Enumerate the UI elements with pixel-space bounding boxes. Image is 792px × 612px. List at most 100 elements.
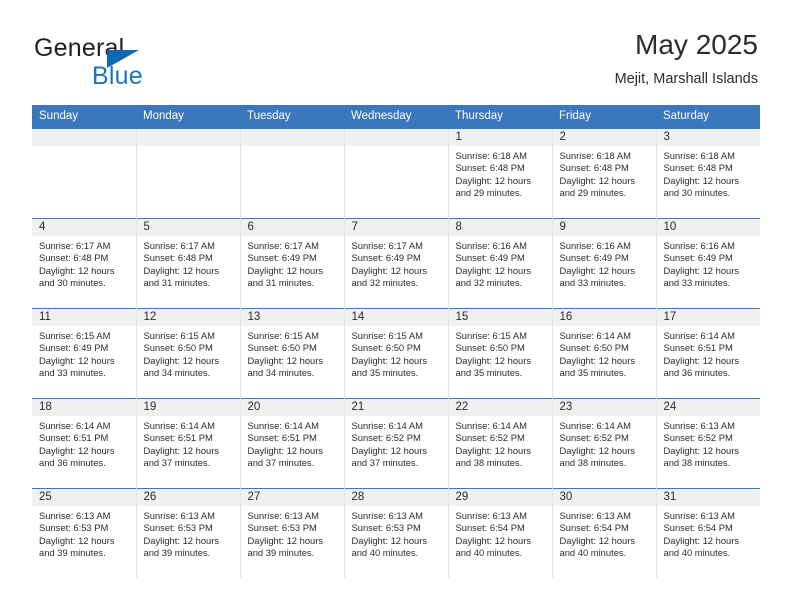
calendar-day-cell[interactable]: 28 Sunrise: 6:13 AM Sunset: 6:53 PM Dayligh… — [343, 488, 448, 578]
day-number: 22 — [448, 399, 552, 416]
calendar-cell-inner: 3 Sunrise: 6:18 AM Sunset: 6:48 PM Daylight… — [656, 129, 761, 218]
sunset-time: Sunset: 6:54 PM — [559, 522, 629, 534]
calendar-day-cell[interactable]: 16 Sunrise: 6:14 AM Sunset: 6:50 PM Dayligh… — [551, 308, 656, 399]
calendar-day-cell[interactable]: 12 Sunrise: 6:15 AM Sunset: 6:50 PM Dayligh… — [135, 308, 240, 399]
calendar-week-row: 25 Sunrise: 6:13 AM Sunset: 6:53 PM Dayligh… — [32, 488, 760, 578]
weekday-header-friday: Friday — [552, 105, 656, 129]
calendar-day-cell[interactable]: 5 Sunrise: 6:17 AM Sunset: 6:48 PM Daylight… — [135, 218, 240, 309]
sunrise-time: Sunrise: 6:15 AM — [455, 330, 527, 341]
page-header: General Blue May 2025 Mejit, Marshall Is… — [34, 28, 758, 100]
sunrise-time: Sunrise: 6:18 AM — [663, 150, 735, 161]
sunrise-time: Sunrise: 6:13 AM — [663, 420, 735, 431]
calendar-day-cell[interactable]: 8 Sunrise: 6:16 AM Sunset: 6:49 PM Daylight… — [447, 218, 552, 309]
calendar-day-cell[interactable]: 25 Sunrise: 6:13 AM Sunset: 6:53 PM Dayligh… — [32, 488, 136, 578]
day-number: 4 — [32, 219, 136, 236]
daylight-duration-line-1: Daylight: 12 hours — [663, 174, 740, 186]
sunset-time: Sunset: 6:49 PM — [455, 252, 525, 264]
daylight-duration-line-2: and 35 minutes. — [455, 367, 523, 379]
page-subtitle: Mejit, Marshall Islands — [614, 71, 758, 87]
calendar-day-cell[interactable]: 9 Sunrise: 6:16 AM Sunset: 6:49 PM Daylight… — [551, 218, 656, 309]
calendar-day-cell[interactable]: 23 Sunrise: 6:14 AM Sunset: 6:52 PM Dayligh… — [551, 398, 656, 489]
calendar-day-cell[interactable]: 24 Sunrise: 6:13 AM Sunset: 6:52 PM Dayligh… — [655, 398, 760, 489]
calendar-cell-inner: 23 Sunrise: 6:14 AM Sunset: 6:52 PM Dayligh… — [552, 399, 656, 488]
day-number: 6 — [240, 219, 344, 236]
daylight-duration-line-2: and 34 minutes. — [247, 367, 315, 379]
calendar-day-cell[interactable]: 13 Sunrise: 6:15 AM Sunset: 6:50 PM Dayligh… — [239, 308, 344, 399]
calendar-cell-inner: 27 Sunrise: 6:13 AM Sunset: 6:53 PM Dayligh… — [240, 489, 344, 578]
daylight-duration-line-2: and 35 minutes. — [351, 367, 419, 379]
calendar-day-cell[interactable]: 11 Sunrise: 6:15 AM Sunset: 6:49 PM Dayligh… — [32, 308, 136, 399]
calendar-day-cell[interactable]: 6 Sunrise: 6:17 AM Sunset: 6:49 PM Daylight… — [239, 218, 344, 309]
sunset-time: Sunset: 6:48 PM — [663, 162, 733, 174]
sunset-time: Sunset: 6:54 PM — [663, 522, 733, 534]
weekday-header-sunday: Sunday — [32, 105, 136, 129]
day-details: Sunrise: 6:14 AM Sunset: 6:51 PM Daylight:… — [241, 416, 344, 470]
calendar-day-cell[interactable]: 14 Sunrise: 6:15 AM Sunset: 6:50 PM Dayligh… — [343, 308, 448, 399]
sunset-time: Sunset: 6:53 PM — [247, 522, 317, 534]
calendar-cell-inner — [344, 129, 448, 218]
calendar-cell-inner: 12 Sunrise: 6:15 AM Sunset: 6:50 PM Dayligh… — [136, 309, 240, 398]
calendar-day-cell[interactable]: 21 Sunrise: 6:14 AM Sunset: 6:52 PM Dayligh… — [343, 398, 448, 489]
sunrise-time: Sunrise: 6:18 AM — [559, 150, 631, 161]
day-number: 18 — [32, 399, 136, 416]
daylight-duration-line-2: and 36 minutes. — [39, 457, 106, 469]
calendar-day-cell[interactable]: 3 Sunrise: 6:18 AM Sunset: 6:48 PM Daylight… — [655, 129, 761, 219]
sunrise-time: Sunrise: 6:15 AM — [143, 330, 215, 341]
day-number: 15 — [448, 309, 552, 326]
daylight-duration-line-1: Daylight: 12 hours — [559, 264, 636, 276]
sunset-time: Sunset: 6:51 PM — [663, 342, 733, 354]
calendar-day-cell[interactable]: 1 Sunrise: 6:18 AM Sunset: 6:48 PM Daylight… — [447, 129, 552, 219]
day-number — [240, 129, 344, 146]
daylight-duration-line-2: and 36 minutes. — [663, 367, 731, 379]
daylight-duration-line-1: Daylight: 12 hours — [247, 354, 324, 366]
sunrise-time: Sunrise: 6:14 AM — [663, 330, 735, 341]
day-number: 19 — [136, 399, 240, 416]
day-details: Sunrise: 6:17 AM Sunset: 6:48 PM Daylight:… — [137, 236, 240, 290]
daylight-duration-line-1: Daylight: 12 hours — [143, 264, 220, 276]
day-details: Sunrise: 6:14 AM Sunset: 6:51 PM Daylight:… — [32, 416, 136, 470]
calendar-cell-inner: 14 Sunrise: 6:15 AM Sunset: 6:50 PM Dayligh… — [344, 309, 448, 398]
calendar-cell-empty — [343, 129, 448, 219]
daylight-duration-line-1: Daylight: 12 hours — [663, 354, 740, 366]
calendar-cell-inner: 11 Sunrise: 6:15 AM Sunset: 6:49 PM Dayligh… — [32, 309, 136, 398]
calendar-day-cell[interactable]: 2 Sunrise: 6:18 AM Sunset: 6:48 PM Daylight… — [551, 129, 656, 219]
calendar-day-cell[interactable]: 18 Sunrise: 6:14 AM Sunset: 6:51 PM Dayligh… — [32, 398, 136, 489]
daylight-duration-line-1: Daylight: 12 hours — [247, 444, 324, 456]
calendar-day-cell[interactable]: 29 Sunrise: 6:13 AM Sunset: 6:54 PM Dayligh… — [447, 488, 552, 578]
calendar-day-cell[interactable]: 15 Sunrise: 6:15 AM Sunset: 6:50 PM Dayligh… — [447, 308, 552, 399]
calendar-cell-inner: 30 Sunrise: 6:13 AM Sunset: 6:54 PM Dayligh… — [552, 489, 656, 578]
daylight-duration-line-1: Daylight: 12 hours — [455, 444, 532, 456]
day-details: Sunrise: 6:17 AM Sunset: 6:49 PM Daylight:… — [241, 236, 344, 290]
calendar-day-cell[interactable]: 27 Sunrise: 6:13 AM Sunset: 6:53 PM Dayligh… — [239, 488, 344, 578]
sunset-time: Sunset: 6:49 PM — [559, 252, 629, 264]
daylight-duration-line-1: Daylight: 12 hours — [559, 354, 636, 366]
calendar-cell-inner: 16 Sunrise: 6:14 AM Sunset: 6:50 PM Dayligh… — [552, 309, 656, 398]
sunset-time: Sunset: 6:50 PM — [351, 342, 421, 354]
calendar-day-cell[interactable]: 20 Sunrise: 6:14 AM Sunset: 6:51 PM Dayligh… — [239, 398, 344, 489]
calendar-day-cell[interactable]: 22 Sunrise: 6:14 AM Sunset: 6:52 PM Dayligh… — [447, 398, 552, 489]
calendar-header-row: Sunday Monday Tuesday Wednesday Thursday… — [32, 105, 760, 129]
sunset-time: Sunset: 6:53 PM — [143, 522, 213, 534]
calendar-day-cell[interactable]: 26 Sunrise: 6:13 AM Sunset: 6:53 PM Dayligh… — [135, 488, 240, 578]
calendar-cell-inner: 21 Sunrise: 6:14 AM Sunset: 6:52 PM Dayligh… — [344, 399, 448, 488]
day-number: 13 — [240, 309, 344, 326]
sunrise-time: Sunrise: 6:16 AM — [559, 240, 631, 251]
sunset-time: Sunset: 6:50 PM — [247, 342, 317, 354]
calendar-day-cell[interactable]: 17 Sunrise: 6:14 AM Sunset: 6:51 PM Dayligh… — [655, 308, 760, 399]
daylight-duration-line-2: and 40 minutes. — [351, 547, 419, 559]
sunset-time: Sunset: 6:51 PM — [247, 432, 317, 444]
day-number — [344, 129, 448, 146]
calendar-day-cell[interactable]: 19 Sunrise: 6:14 AM Sunset: 6:51 PM Dayligh… — [135, 398, 240, 489]
calendar-day-cell[interactable]: 31 Sunrise: 6:13 AM Sunset: 6:54 PM Dayligh… — [655, 488, 760, 578]
calendar-day-cell[interactable]: 4 Sunrise: 6:17 AM Sunset: 6:48 PM Daylight… — [32, 218, 136, 309]
day-details: Sunrise: 6:18 AM Sunset: 6:48 PM Daylight:… — [657, 146, 761, 200]
day-number: 29 — [448, 489, 552, 506]
daylight-duration-line-2: and 38 minutes. — [663, 457, 731, 469]
calendar-day-cell[interactable]: 7 Sunrise: 6:17 AM Sunset: 6:49 PM Daylight… — [343, 218, 448, 309]
day-number: 21 — [344, 399, 448, 416]
calendar-week-row: 4 Sunrise: 6:17 AM Sunset: 6:48 PM Daylight… — [32, 218, 760, 309]
calendar-day-cell[interactable]: 30 Sunrise: 6:13 AM Sunset: 6:54 PM Dayligh… — [551, 488, 656, 578]
sunset-time: Sunset: 6:48 PM — [559, 162, 629, 174]
calendar-cell-inner: 29 Sunrise: 6:13 AM Sunset: 6:54 PM Dayligh… — [448, 489, 552, 578]
calendar-day-cell[interactable]: 10 Sunrise: 6:16 AM Sunset: 6:49 PM Dayligh… — [655, 218, 760, 309]
